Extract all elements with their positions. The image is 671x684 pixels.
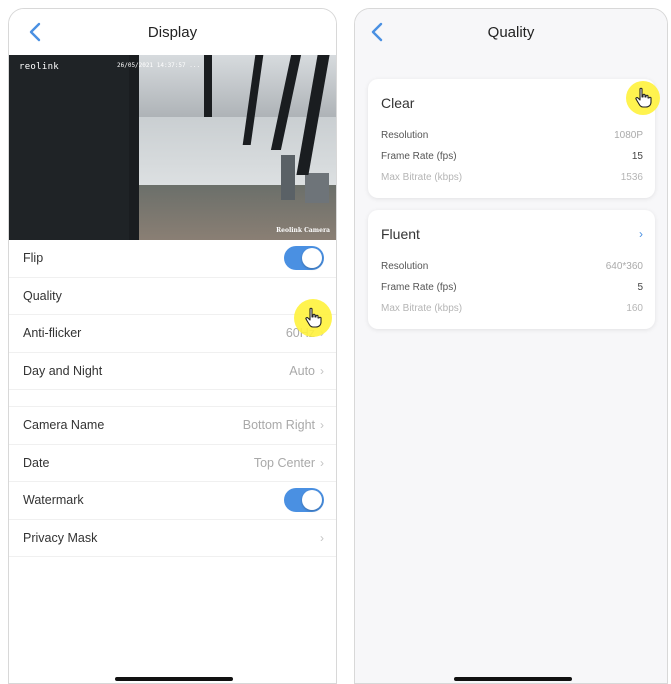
chevron-right-icon: › [320,530,324,545]
display-settings-list: Flip Quality Anti-flicker 60Hz› Day and … [9,240,336,557]
chevron-right-icon: › [320,363,324,378]
camera-preview[interactable]: reolink 26/05/2021 14:37:57 ... Reolink … [9,55,336,240]
row-privacy-mask[interactable]: Privacy Mask › [9,520,336,557]
row-day-and-night[interactable]: Day and Night Auto › [9,353,336,390]
row-value: Bottom Right [242,418,315,433]
display-navbar: Display [9,9,336,55]
row-label: Privacy Mask [23,530,98,545]
preview-brand-watermark: reolink [19,62,60,72]
row-value: Auto [289,363,315,378]
chevron-right-icon: › [320,418,324,433]
quality-option-clear[interactable]: Clear › Resolution1080P Frame Rate (fps)… [368,79,660,198]
row-label: Watermark [23,493,84,508]
page-title: Quality [487,24,535,41]
quality-options: Clear › Resolution1080P Frame Rate (fps)… [355,55,667,329]
row-date[interactable]: Date Top Center › [9,445,336,482]
option-title: Fluent [381,226,420,242]
row-flip[interactable]: Flip [9,240,336,278]
quality-option-fluent[interactable]: Fluent › Resolution 640*360 Frame Rate (f… [368,210,655,329]
preview-timestamp: 26/05/2021 14:37:57 ... [117,62,201,69]
section-divider [9,390,336,407]
display-screen: Display reolink 26/05/2021 14:37:57 ... … [8,8,337,684]
spec-row: Resolution 1080P [381,130,643,141]
row-label: Day and Night [23,363,103,378]
cursor-highlight [626,81,660,115]
cursor-highlight [294,299,332,337]
spec-row: Max Bitrate (kbps) 160 [381,303,643,314]
row-camera-name[interactable]: Camera Name Bottom Right › [9,407,336,445]
row-value: Top Center [253,455,315,470]
row-watermark[interactable]: Watermark [9,482,336,520]
spec-row: Frame Rate (fps) 5 [381,282,643,293]
quality-navbar: Quality [355,9,667,55]
spec-row: Frame Rate (fps) 15 [381,151,643,162]
row-label: Camera Name [23,418,105,433]
chevron-right-icon: › [320,455,324,470]
page-title: Display [147,24,198,41]
flip-toggle[interactable] [284,246,324,271]
watermark-toggle[interactable] [284,488,324,513]
home-indicator[interactable] [115,677,233,681]
spec-row: Max Bitrate (kbps) 1536 [381,172,643,183]
spec-row: Resolution 640*360 [381,261,643,272]
row-quality[interactable]: Quality [9,278,336,315]
row-label: Anti-flicker [23,326,82,341]
option-title: Clear [381,95,415,111]
row-label: Quality [23,288,62,303]
preview-camera-label: Reolink Camera [276,227,330,234]
chevron-right-icon: › [639,227,643,241]
home-indicator[interactable] [454,677,572,681]
hand-pointer-icon [635,87,652,108]
quality-screen: Quality Clear › Resolution1080P Frame Ra… [354,8,668,684]
hand-pointer-icon [305,307,322,328]
row-label: Date [23,455,50,470]
row-anti-flicker[interactable]: Anti-flicker 60Hz› [9,315,336,353]
row-label: Flip [23,251,44,266]
